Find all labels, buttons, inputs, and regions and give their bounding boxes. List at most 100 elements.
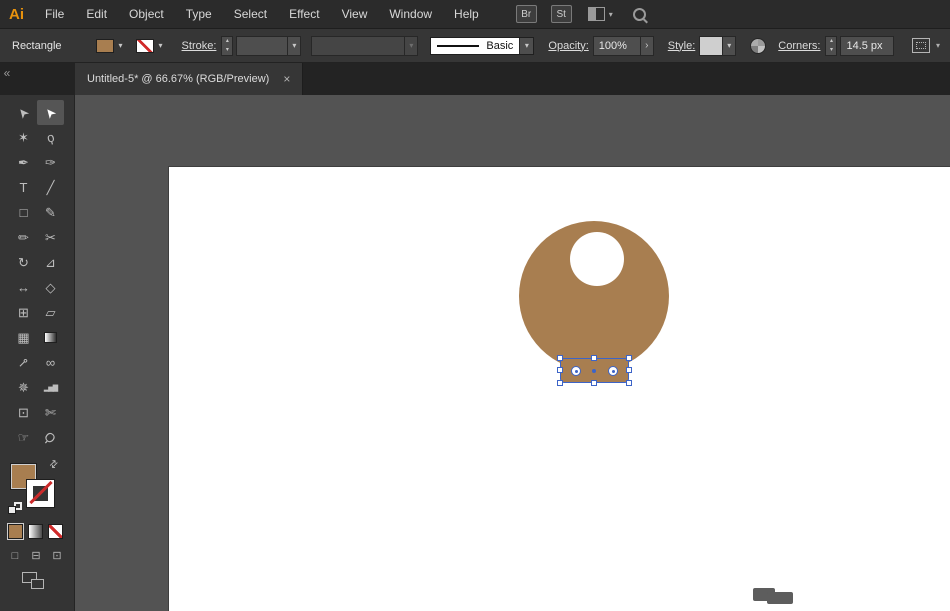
bridge-button[interactable]: Br xyxy=(516,5,537,23)
draw-behind-button[interactable]: ⊟ xyxy=(27,547,45,564)
collapse-panel-button[interactable]: « xyxy=(0,63,14,95)
blend-tool[interactable]: ∞ xyxy=(37,350,64,375)
corners-panel-link[interactable]: Corners: xyxy=(778,40,820,52)
chevron-down-icon[interactable]: ▾ xyxy=(936,41,940,50)
selection-center-point[interactable] xyxy=(592,369,596,373)
draw-inside-button[interactable]: ⊡ xyxy=(48,547,66,564)
canvas-area xyxy=(75,95,950,611)
stroke-color-swatch[interactable] xyxy=(136,39,154,53)
graphic-style-dropdown[interactable]: ▾ xyxy=(699,36,736,56)
menu-object[interactable]: Object xyxy=(118,0,175,29)
recolor-artwork-icon[interactable] xyxy=(750,38,766,54)
paintbrush-tool[interactable]: ✎ xyxy=(37,200,64,225)
screen-mode-button[interactable] xyxy=(22,572,44,589)
eyedropper-tool[interactable]: ⊸ xyxy=(10,350,37,375)
brush-preview[interactable]: Basic xyxy=(431,38,519,54)
menu-select[interactable]: Select xyxy=(223,0,278,29)
rotate-tool[interactable]: ↻ xyxy=(10,250,37,275)
zoom-tool[interactable]: Ϙ xyxy=(37,425,64,450)
stroke-weight-stepper[interactable]: ▴ ▾ xyxy=(221,36,233,56)
menu-view[interactable]: View xyxy=(331,0,379,29)
selection-handle-s[interactable] xyxy=(591,380,597,386)
gradient-tool[interactable] xyxy=(37,325,64,350)
selection-handle-e[interactable] xyxy=(626,367,632,373)
corners-stepper[interactable]: ▴ ▾ xyxy=(825,36,837,56)
color-button[interactable] xyxy=(8,524,23,539)
close-icon[interactable]: × xyxy=(283,72,290,86)
stroke-indicator-swatch[interactable] xyxy=(27,480,54,507)
chevron-down-icon[interactable]: ▾ xyxy=(609,10,613,19)
stock-button[interactable]: St xyxy=(551,5,572,23)
live-corner-widget-left[interactable] xyxy=(571,366,581,376)
type-tool[interactable]: T xyxy=(10,175,37,200)
corners-field[interactable]: 14.5 px xyxy=(840,36,894,56)
document-tab[interactable]: Untitled-5* @ 66.67% (RGB/Preview) × xyxy=(75,63,303,95)
artwork-circle-hole[interactable] xyxy=(570,232,624,286)
selection-handle-ne[interactable] xyxy=(626,355,632,361)
chevron-down-icon[interactable]: ▾ xyxy=(722,37,735,55)
selection-handle-sw[interactable] xyxy=(557,380,563,386)
selection-tool[interactable]: ➤ xyxy=(10,100,37,125)
pen-tool[interactable]: ✒ xyxy=(10,150,37,175)
selection-handle-w[interactable] xyxy=(557,367,563,373)
opacity-value[interactable]: 100% xyxy=(594,37,640,55)
fill-color-swatch[interactable] xyxy=(96,39,114,53)
stroke-panel-link[interactable]: Stroke: xyxy=(182,40,217,52)
selection-handle-n[interactable] xyxy=(591,355,597,361)
stroke-weight-dropdown[interactable]: ▾ xyxy=(236,36,301,56)
menu-effect[interactable]: Effect xyxy=(278,0,330,29)
magic-wand-tool[interactable]: ✶ xyxy=(10,125,37,150)
hand-tool[interactable]: ☞ xyxy=(10,425,37,450)
direct-selection-tool[interactable]: ➤ xyxy=(37,100,64,125)
stroke-weight-value[interactable] xyxy=(237,37,287,55)
brush-definition-dropdown[interactable]: Basic ▾ xyxy=(430,37,534,55)
opacity-panel-link[interactable]: Opacity: xyxy=(548,40,588,52)
menu-window[interactable]: Window xyxy=(378,0,443,29)
artboard-tool[interactable]: ⊡ xyxy=(10,400,37,425)
line-segment-tool[interactable]: ╱ xyxy=(37,175,64,200)
menu-help[interactable]: Help xyxy=(443,0,490,29)
default-fill-stroke-button[interactable] xyxy=(8,502,22,514)
draw-normal-button[interactable]: □ xyxy=(6,547,24,564)
chevron-down-icon[interactable]: ▾ xyxy=(287,37,300,55)
menu-type[interactable]: Type xyxy=(175,0,223,29)
stepper-down-icon[interactable]: ▾ xyxy=(222,46,232,55)
chevron-down-icon[interactable]: ▾ xyxy=(519,38,533,54)
scale-tool[interactable]: ⊿ xyxy=(37,250,64,275)
live-corner-widget-right[interactable] xyxy=(608,366,618,376)
workspace-switcher-icon[interactable] xyxy=(588,7,605,21)
artboard-options-icon[interactable] xyxy=(912,38,930,53)
style-panel-link[interactable]: Style: xyxy=(668,40,696,52)
curvature-tool[interactable]: ✑ xyxy=(37,150,64,175)
document-tab-title[interactable]: Untitled-5* @ 66.67% (RGB/Preview) xyxy=(87,73,269,85)
search-icon[interactable] xyxy=(633,8,646,21)
rectangle-tool[interactable]: □ xyxy=(10,200,37,225)
selection-handle-nw[interactable] xyxy=(557,355,563,361)
mesh-tool[interactable]: ▦ xyxy=(10,325,37,350)
lasso-tool[interactable]: ϙ xyxy=(37,125,64,150)
chevron-down-icon[interactable]: ▾ xyxy=(156,41,166,50)
stepper-up-icon[interactable]: ▴ xyxy=(826,37,836,46)
selection-handle-se[interactable] xyxy=(626,380,632,386)
shape-builder-tool[interactable]: ⊞ xyxy=(10,300,37,325)
slice-tool[interactable]: ✄ xyxy=(37,400,64,425)
opacity-field[interactable]: 100% › xyxy=(593,36,654,56)
symbol-sprayer-tool[interactable]: ✵ xyxy=(10,375,37,400)
menu-edit[interactable]: Edit xyxy=(75,0,118,29)
stepper-down-icon[interactable]: ▾ xyxy=(826,46,836,55)
menu-file[interactable]: File xyxy=(34,0,75,29)
free-transform-tool[interactable]: ◇ xyxy=(37,275,64,300)
column-graph-tool[interactable]: ▂▅▇ xyxy=(37,375,64,400)
perspective-grid-tool[interactable]: ▱ xyxy=(37,300,64,325)
chevron-down-icon[interactable]: ▾ xyxy=(116,41,126,50)
width-tool[interactable]: ↔ xyxy=(10,275,37,300)
scissors-tool[interactable]: ✂ xyxy=(37,225,64,250)
graphic-style-swatch[interactable] xyxy=(700,37,722,55)
swap-fill-stroke-icon[interactable]: ⇄ xyxy=(47,458,61,472)
stepper-up-icon[interactable]: ▴ xyxy=(222,37,232,46)
gradient-button[interactable] xyxy=(28,524,43,539)
pencil-tool[interactable]: ✏ xyxy=(10,225,37,250)
none-button[interactable] xyxy=(48,524,63,539)
panel-open-arrow-icon[interactable]: › xyxy=(640,37,653,55)
corners-value[interactable]: 14.5 px xyxy=(841,37,893,55)
